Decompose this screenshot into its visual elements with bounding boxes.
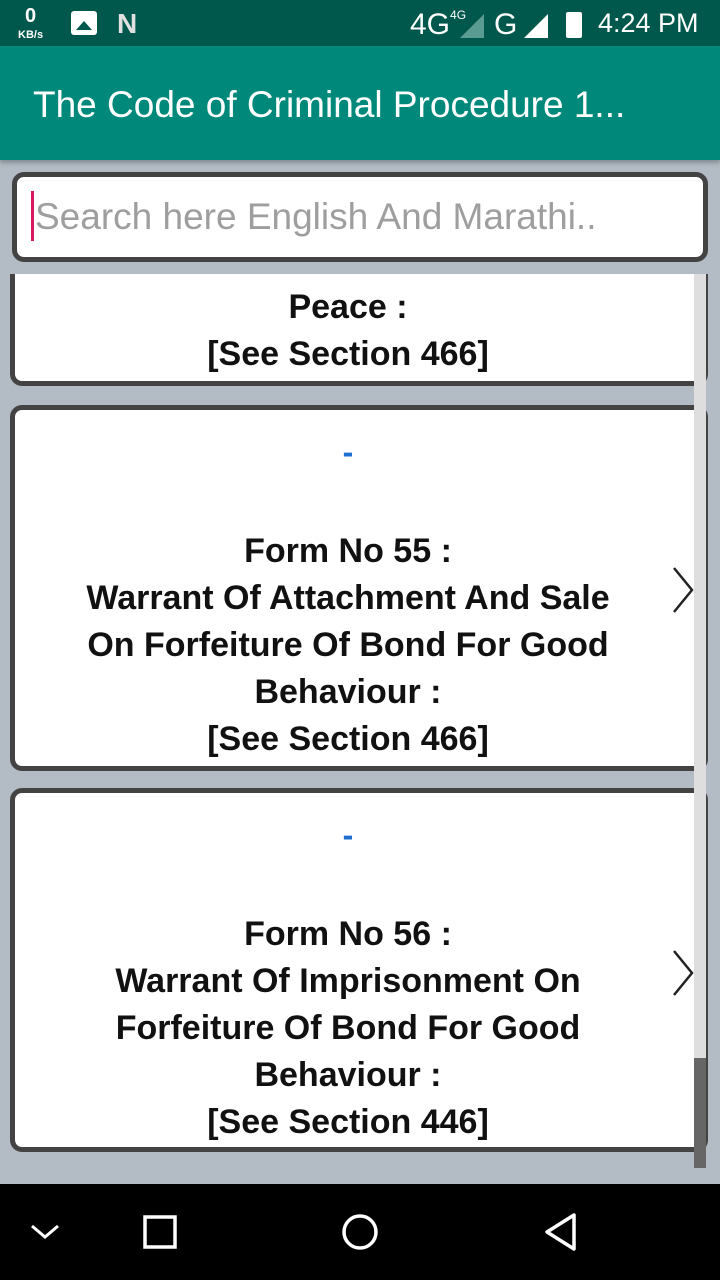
net-speed-value: 0 <box>24 5 37 27</box>
search-box[interactable] <box>12 172 708 262</box>
item-line: On Forfeiture Of Bond For Good <box>87 626 609 664</box>
signal-icon <box>460 14 484 38</box>
navigation-bar <box>0 1184 720 1280</box>
battery-charging-icon <box>566 12 582 38</box>
item-line: Warrant Of Imprisonment On <box>115 962 581 1000</box>
item-dash: - <box>342 817 354 853</box>
item-line: [See Section 466] <box>207 720 489 758</box>
recents-icon[interactable] <box>142 1212 178 1252</box>
forms-list[interactable]: Peace : [See Section 466] - Form No 55 :… <box>0 274 720 1168</box>
item-line: [See Section 446] <box>207 1103 489 1141</box>
chevron-right-icon[interactable] <box>671 566 695 614</box>
item-line: Warrant Of Attachment And Sale <box>86 579 610 617</box>
text-caret <box>31 191 34 241</box>
app-bar: The Code of Criminal Procedure 1... <box>0 46 720 160</box>
image-icon <box>71 11 97 35</box>
net-speed-unit: KB/s <box>18 29 44 41</box>
net-speed: 0 KB/s <box>18 6 43 42</box>
scrollbar-track[interactable] <box>694 274 706 1168</box>
network-4g: 4G4G <box>410 8 466 42</box>
list-item[interactable]: - Form No 55 : Warrant Of Attachment And… <box>10 405 708 771</box>
clock: 4:24 PM <box>598 8 699 38</box>
home-icon[interactable] <box>340 1212 380 1252</box>
chevron-right-icon[interactable] <box>671 949 695 997</box>
item-dash: - <box>342 434 354 470</box>
scrollbar-thumb[interactable] <box>694 1058 706 1168</box>
item-line: Behaviour : <box>254 673 442 711</box>
item-text: Peace : [See Section 466] <box>15 284 681 378</box>
signal-icon <box>524 14 548 38</box>
list-item[interactable]: Peace : [See Section 466] <box>10 274 708 386</box>
item-line: Forfeiture Of Bond For Good <box>115 1009 581 1047</box>
n-icon: N <box>117 8 138 39</box>
item-line: Form No 55 : <box>244 532 452 570</box>
back-icon[interactable] <box>542 1212 580 1252</box>
item-text: Form No 55 : Warrant Of Attachment And S… <box>15 528 681 763</box>
search-input[interactable] <box>17 177 703 257</box>
page-title: The Code of Criminal Procedure 1... <box>33 84 626 125</box>
list-item[interactable]: - Form No 56 : Warrant Of Imprisonment O… <box>10 788 708 1152</box>
collapse-icon[interactable] <box>28 1212 62 1252</box>
item-line: Form No 56 : <box>244 915 452 953</box>
item-line: Peace : <box>288 288 408 326</box>
item-text: Form No 56 : Warrant Of Imprisonment On … <box>15 911 681 1146</box>
item-line: Behaviour : <box>254 1056 442 1094</box>
status-bar: 0 KB/s N 4G4G G 4:24 PM <box>0 0 720 46</box>
item-line: [See Section 466] <box>207 335 489 373</box>
network-4g-label: 4G <box>410 8 451 41</box>
network-g: G <box>494 8 518 41</box>
